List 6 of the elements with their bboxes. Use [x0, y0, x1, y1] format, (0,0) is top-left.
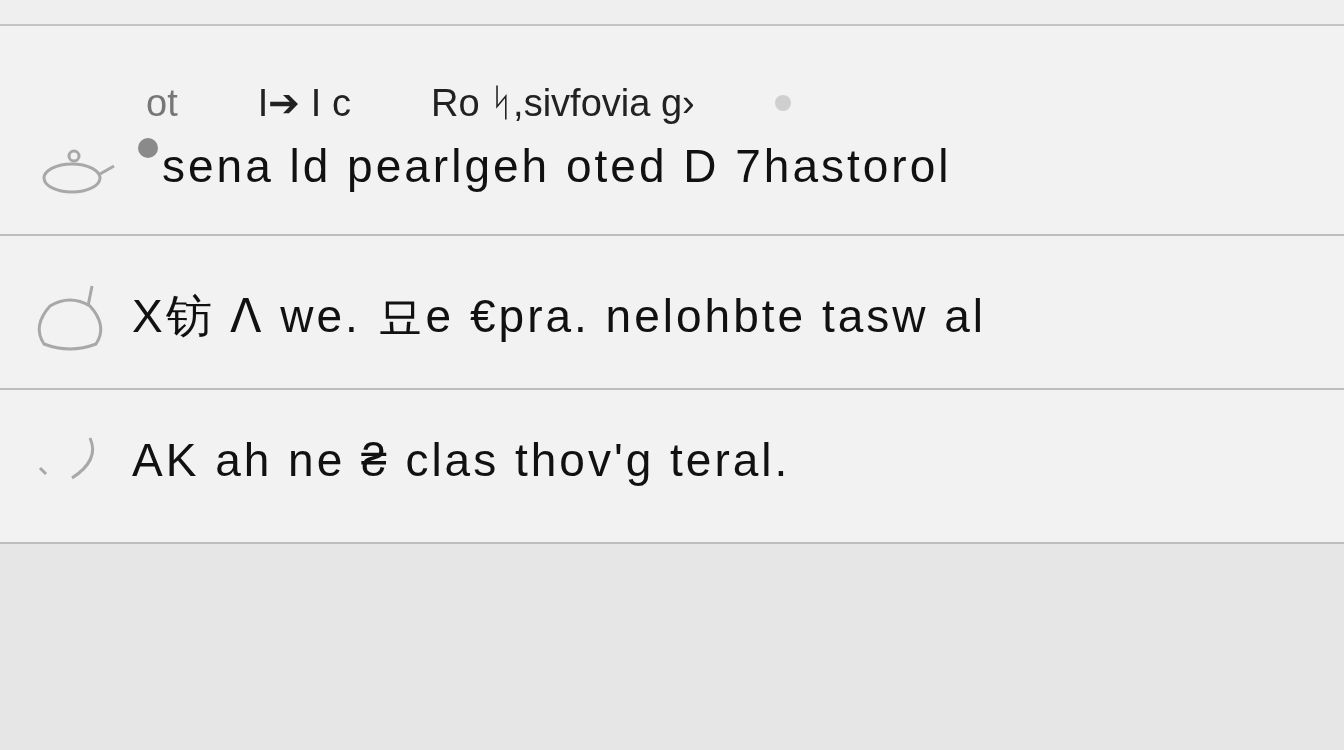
- header-label: ot: [146, 84, 178, 122]
- list-row[interactable]: ot I➔ I c Ro ᛋ,sivfovia ɡ› sena ld pearlgeh oted D 7hastorol: [0, 26, 1344, 236]
- list-row[interactable]: X钫 ᐱ we. 묘e €pra. nelohbte tasw al: [0, 236, 1344, 390]
- header-label: Ro ᛋ,sivfovia ɡ›: [430, 84, 695, 122]
- list-row[interactable]: AK ah ne ₴ clas thov'g teral.: [0, 390, 1344, 544]
- header-label: I➔ I c: [257, 84, 351, 122]
